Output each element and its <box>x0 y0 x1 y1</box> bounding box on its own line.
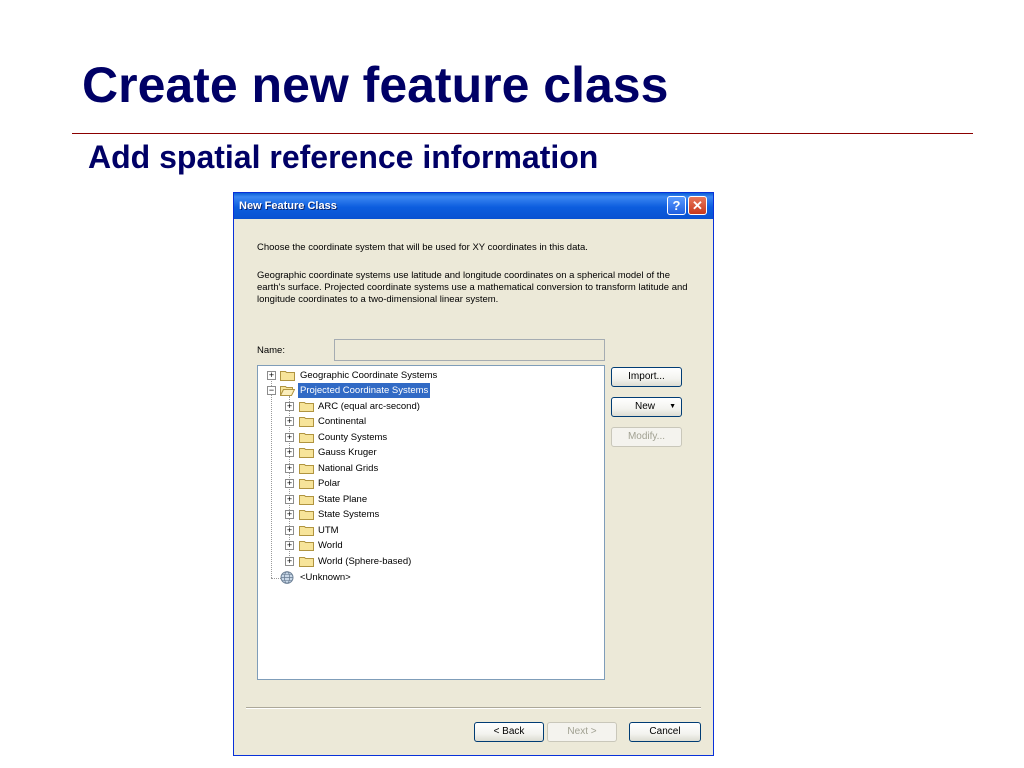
expand-icon[interactable]: + <box>285 417 294 426</box>
folder-icon <box>299 495 314 505</box>
tree-item-child[interactable]: + UTM <box>258 523 598 538</box>
expand-icon[interactable]: + <box>285 495 294 504</box>
dropdown-arrow-icon: ▼ <box>669 403 676 410</box>
folder-icon <box>299 402 314 412</box>
help-icon[interactable]: ? <box>667 196 686 215</box>
collapse-icon[interactable]: − <box>267 386 276 395</box>
folder-icon <box>299 510 314 520</box>
expand-icon[interactable]: + <box>285 464 294 473</box>
tree-item-child[interactable]: + World (Sphere-based) <box>258 554 598 569</box>
tree-item-label: <Unknown> <box>300 572 351 583</box>
tree-item-child[interactable]: + Gauss Kruger <box>258 445 598 460</box>
modify-button[interactable]: Modify... <box>611 427 682 447</box>
tree-item-label: State Systems <box>318 509 380 520</box>
dialog-title: New Feature Class <box>239 200 337 212</box>
tree-item-label: World (Sphere-based) <box>318 556 412 567</box>
expand-icon[interactable]: + <box>285 433 294 442</box>
expand-icon[interactable]: + <box>285 541 294 550</box>
tree-item-projected[interactable]: − Projected Coordinate Systems <box>258 383 598 398</box>
tree-item-label: UTM <box>318 525 339 536</box>
new-button-label: New <box>635 401 656 412</box>
tree-item-label: ARC (equal arc-second) <box>318 401 420 412</box>
cancel-button[interactable]: Cancel <box>629 722 701 742</box>
coordinate-system-tree[interactable]: + Geographic Coordinate Systems − Projec… <box>257 365 605 680</box>
tree-item-child[interactable]: + Polar <box>258 476 598 491</box>
tree-item-label: Gauss Kruger <box>318 447 377 458</box>
tree-item-label: State Plane <box>318 494 368 505</box>
folder-icon <box>299 464 314 474</box>
name-field[interactable] <box>334 339 605 361</box>
expand-icon[interactable]: + <box>285 479 294 488</box>
tree-item-child[interactable]: + Continental <box>258 414 598 429</box>
folder-icon <box>299 541 314 551</box>
tree-item-child[interactable]: + ARC (equal arc-second) <box>258 399 598 414</box>
globe-icon <box>280 571 294 584</box>
expand-icon[interactable]: + <box>285 557 294 566</box>
tree-item-label: National Grids <box>318 463 379 474</box>
slide: Create new feature class Add spatial ref… <box>0 0 1024 768</box>
new-feature-class-dialog: New Feature Class ? ✕ Choose the coordin… <box>233 192 714 756</box>
description-text: Geographic coordinate systems use latitu… <box>257 270 688 305</box>
tree-item-child[interactable]: + State Plane <box>258 492 598 507</box>
folder-icon <box>299 448 314 458</box>
slide-subtitle: Add spatial reference information <box>88 139 599 175</box>
new-button[interactable]: New ▼ <box>611 397 682 417</box>
folder-icon <box>299 417 314 427</box>
back-button[interactable]: < Back <box>474 722 544 742</box>
tree-item-child[interactable]: + World <box>258 538 598 553</box>
tree-item-unknown[interactable]: <Unknown> <box>258 570 598 585</box>
title-divider <box>72 133 973 134</box>
tree-item-label: World <box>318 540 343 551</box>
tree-item-child[interactable]: + State Systems <box>258 507 598 522</box>
slide-title: Create new feature class <box>82 57 669 113</box>
tree-item-geographic[interactable]: + Geographic Coordinate Systems <box>258 368 598 383</box>
expand-icon[interactable]: + <box>285 402 294 411</box>
tree-item-label: Polar <box>318 478 341 489</box>
folder-icon <box>299 526 314 536</box>
tree-item-label: Projected Coordinate Systems <box>298 383 431 398</box>
expand-icon[interactable]: + <box>285 448 294 457</box>
expand-icon[interactable]: + <box>267 371 276 380</box>
expand-icon[interactable]: + <box>285 510 294 519</box>
dialog-titlebar[interactable]: New Feature Class ? ✕ <box>234 193 713 219</box>
folder-icon <box>299 479 314 489</box>
close-icon[interactable]: ✕ <box>688 196 707 215</box>
folder-icon <box>299 433 314 443</box>
footer-divider <box>246 707 701 709</box>
name-label: Name: <box>257 345 285 356</box>
next-button[interactable]: Next > <box>547 722 617 742</box>
tree-item-label: County Systems <box>318 432 388 443</box>
expand-icon[interactable]: + <box>285 526 294 535</box>
open-folder-icon <box>280 386 295 396</box>
tree-item-child[interactable]: + National Grids <box>258 461 598 476</box>
folder-icon <box>299 557 314 567</box>
tree-item-label: Continental <box>318 416 367 427</box>
import-button[interactable]: Import... <box>611 367 682 387</box>
instruction-text: Choose the coordinate system that will b… <box>257 242 588 253</box>
tree-item-child[interactable]: + County Systems <box>258 430 598 445</box>
tree-item-label: Geographic Coordinate Systems <box>300 370 438 381</box>
folder-icon <box>280 371 295 381</box>
